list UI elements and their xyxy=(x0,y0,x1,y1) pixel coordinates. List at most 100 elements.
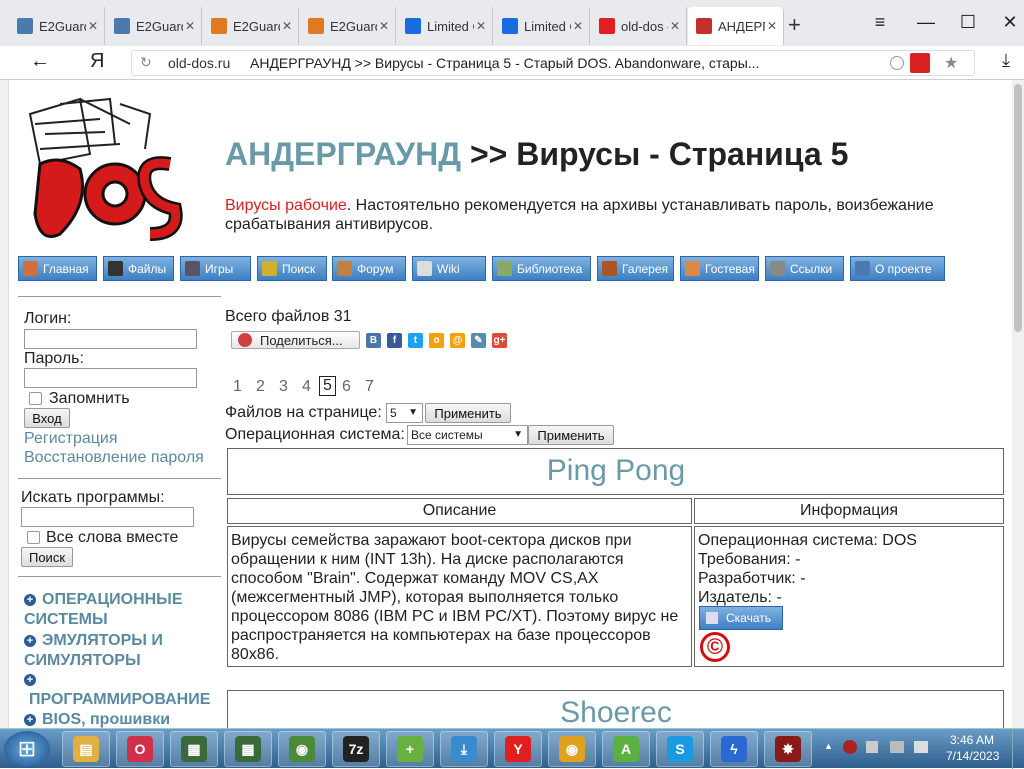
tab-close-icon[interactable]: ✕ xyxy=(767,19,777,33)
ms-dos-logo[interactable] xyxy=(20,94,188,254)
register-link[interactable]: Регистрация xyxy=(24,430,118,448)
downloads-icon[interactable]: ⤓ xyxy=(1002,50,1010,71)
page-link[interactable]: 2 xyxy=(256,378,265,396)
twitter-icon[interactable]: t xyxy=(408,333,423,348)
browser-tab[interactable]: old-dos —✕ xyxy=(591,7,687,45)
mailru-icon[interactable]: @ xyxy=(450,333,465,348)
clock-time[interactable]: 3:46 AM xyxy=(950,733,994,747)
back-button[interactable]: ← xyxy=(30,50,50,73)
protect-icon[interactable] xyxy=(890,56,904,70)
tray-volume-icon[interactable] xyxy=(914,741,928,753)
tab-close-icon[interactable]: ✕ xyxy=(670,19,680,33)
minimize-button[interactable]: — xyxy=(914,12,938,33)
taskbar-app[interactable]: ▤ xyxy=(62,731,110,767)
reload-icon[interactable]: ↻ xyxy=(140,54,152,71)
page-link[interactable]: 3 xyxy=(279,378,288,396)
nav-library[interactable]: Библиотека xyxy=(492,256,591,281)
taskbar-app[interactable]: ⤓ xyxy=(440,731,488,767)
tray-shield-icon[interactable] xyxy=(843,740,857,754)
search-button[interactable]: Поиск xyxy=(21,547,73,567)
taskbar-app[interactable]: ◉ xyxy=(548,731,596,767)
taskbar-app[interactable]: ϟ xyxy=(710,731,758,767)
googleplus-icon[interactable]: g+ xyxy=(492,333,507,348)
browser-tab[interactable]: Limited Of✕ xyxy=(397,7,493,45)
odnoklassniki-icon[interactable]: о xyxy=(429,333,444,348)
nav-about[interactable]: О проекте xyxy=(850,256,945,281)
browser-tab[interactable]: E2Guardia✕ xyxy=(106,7,202,45)
tab-close-icon[interactable]: ✕ xyxy=(282,19,292,33)
tab-close-icon[interactable]: ✕ xyxy=(379,19,389,33)
tab-close-icon[interactable]: ✕ xyxy=(573,19,583,33)
page-link[interactable]: 1 xyxy=(233,378,242,396)
scrollbar-thumb[interactable] xyxy=(1014,84,1022,332)
category-os[interactable]: + ОПЕРАЦИОННЫЕ СИСТЕМЫ xyxy=(24,590,219,630)
taskbar-app[interactable]: ◉ xyxy=(278,731,326,767)
tray-network-icon[interactable] xyxy=(890,741,904,753)
nav-forum[interactable]: Форум xyxy=(332,256,406,281)
browser-menu-button[interactable]: ≡ xyxy=(868,12,892,33)
tab-close-icon[interactable]: ✕ xyxy=(476,19,486,33)
nav-search[interactable]: Поиск xyxy=(257,256,327,281)
taskbar-app[interactable]: ▦ xyxy=(224,731,272,767)
tray-expand-icon[interactable]: ▲ xyxy=(824,741,833,751)
facebook-icon[interactable]: f xyxy=(387,333,402,348)
page-link[interactable]: 4 xyxy=(302,378,311,396)
per-page-select[interactable]: 5 ▼ xyxy=(386,403,423,423)
taskbar-app[interactable]: Y xyxy=(494,731,542,767)
taskbar-app[interactable]: ✸ xyxy=(764,731,812,767)
browser-tab[interactable]: E2Guardia✕ xyxy=(9,7,105,45)
tab-close-icon[interactable]: ✕ xyxy=(185,19,195,33)
start-button[interactable]: ⊞ xyxy=(4,731,50,767)
nav-home[interactable]: Главная xyxy=(18,256,97,281)
nav-gallery[interactable]: Галерея xyxy=(597,256,674,281)
login-input[interactable] xyxy=(24,329,197,349)
restore-password-link[interactable]: Восстановление пароля xyxy=(24,449,204,467)
file-title[interactable]: Shoerec xyxy=(228,696,1004,728)
bookmark-star-icon[interactable]: ★ xyxy=(944,53,958,73)
all-words-checkbox[interactable] xyxy=(27,531,40,544)
heading-link[interactable]: АНДЕРГРАУНД xyxy=(225,136,461,172)
clock-date[interactable]: 7/14/2023 xyxy=(946,749,999,763)
browser-tab[interactable]: E2Guardia✕ xyxy=(203,7,299,45)
maximize-button[interactable]: ☐ xyxy=(956,12,980,33)
category-emulators[interactable]: + ЭМУЛЯТОРЫ И СИМУЛЯТОРЫ xyxy=(24,631,219,671)
remember-checkbox[interactable] xyxy=(29,392,42,405)
browser-tab[interactable]: АНДЕРГ ✕ xyxy=(688,7,784,45)
address-field[interactable]: ↻ old-dos.ru АНДЕРГРАУНД >> Вирусы - Стр… xyxy=(131,50,975,76)
nav-games[interactable]: Игры xyxy=(180,256,251,281)
close-button[interactable]: ✕ xyxy=(998,12,1022,33)
taskbar-app[interactable]: O xyxy=(116,731,164,767)
password-input[interactable] xyxy=(24,368,197,388)
vk-icon[interactable]: В xyxy=(366,333,381,348)
nav-files[interactable]: Файлы xyxy=(103,256,174,281)
tab-close-icon[interactable]: ✕ xyxy=(88,19,98,33)
page-link[interactable]: 6 xyxy=(342,378,351,396)
nav-links[interactable]: Ссылки xyxy=(765,256,844,281)
taskbar-app[interactable]: + xyxy=(386,731,434,767)
taskbar-app[interactable]: ▦ xyxy=(170,731,218,767)
taskbar-app[interactable]: S xyxy=(656,731,704,767)
recommendation-icon[interactable] xyxy=(910,53,930,73)
tray-flag-icon[interactable] xyxy=(866,741,878,753)
search-input[interactable] xyxy=(21,507,194,527)
category-bios[interactable]: + BIOS, прошивки xyxy=(24,710,219,728)
taskbar-app[interactable]: A xyxy=(602,731,650,767)
taskbar-app[interactable]: 7z xyxy=(332,731,380,767)
show-desktop-button[interactable] xyxy=(1012,729,1024,769)
scrollbar[interactable] xyxy=(1012,80,1024,728)
new-tab-button[interactable]: + xyxy=(788,12,801,38)
share-button[interactable]: Поделиться... xyxy=(231,331,360,349)
category-programming[interactable]: + ПРОГРАММИРОВАНИЕ xyxy=(24,670,224,710)
browser-tab[interactable]: Limited Of✕ xyxy=(494,7,590,45)
nav-guestbook[interactable]: Гостевая xyxy=(680,256,759,281)
file-title[interactable]: Ping Pong xyxy=(228,454,1004,488)
apply-os-button[interactable]: Применить xyxy=(528,425,614,445)
browser-tab[interactable]: E2Guardia✕ xyxy=(300,7,396,45)
download-button[interactable]: Скачать xyxy=(699,606,783,630)
apply-per-page-button[interactable]: Применить xyxy=(425,403,511,423)
os-filter-select[interactable]: Все системы ▼ xyxy=(407,425,528,445)
page-link[interactable]: 7 xyxy=(365,378,374,396)
livejournal-icon[interactable]: ✎ xyxy=(471,333,486,348)
login-button[interactable]: Вход xyxy=(24,408,70,428)
yandex-icon[interactable]: Я xyxy=(90,50,104,73)
